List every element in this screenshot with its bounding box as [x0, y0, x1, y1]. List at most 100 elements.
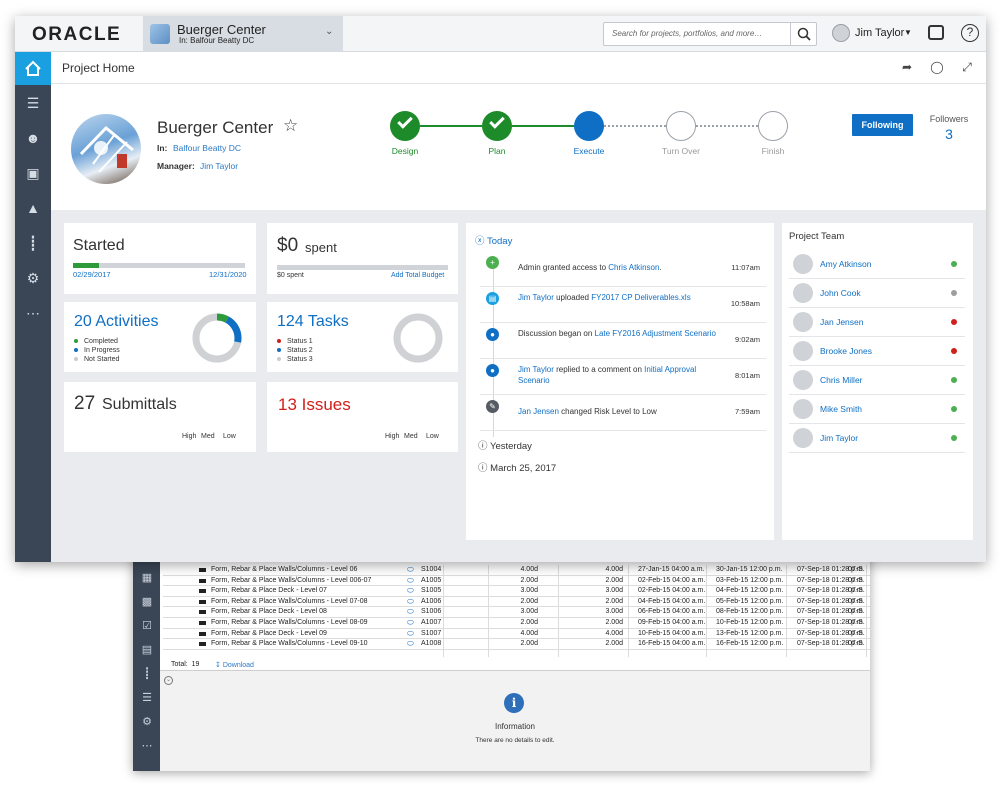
- stage-execute[interactable]: [574, 111, 604, 141]
- home-button[interactable]: [15, 52, 51, 85]
- team-member[interactable]: Amy Atkinson: [789, 250, 965, 279]
- table-row[interactable]: Form, Rebar & Place Deck - Level 09 ⬭ S100…: [163, 629, 870, 640]
- team-member[interactable]: Brooke Jones: [789, 337, 965, 366]
- feed-item-time: 7:59am: [734, 407, 760, 416]
- expand-icon[interactable]: ⤢: [959, 59, 975, 75]
- user-avatar[interactable]: [832, 24, 850, 42]
- search-button[interactable]: [790, 23, 816, 45]
- user-menu-name[interactable]: Jim Taylor: [855, 27, 904, 39]
- inbox-icon[interactable]: [928, 25, 944, 40]
- crane-icon[interactable]: ┋: [15, 232, 51, 254]
- star-icon[interactable]: ☆: [283, 116, 298, 136]
- parent-link[interactable]: Balfour Beatty DC: [173, 143, 241, 153]
- gear-icon[interactable]: ⚙: [141, 716, 153, 728]
- collapse-icon[interactable]: ⌄: [164, 676, 173, 685]
- comment-icon[interactable]: ⬭: [407, 629, 414, 639]
- hierarchy-icon[interactable]: ▦: [141, 572, 153, 584]
- caret-down-icon[interactable]: ▼: [904, 28, 912, 37]
- tasks-card[interactable]: 124 Tasks Status 1 Status 2 Status 3: [267, 302, 458, 372]
- feed-link[interactable]: Jim Taylor: [518, 293, 554, 302]
- comment-icon[interactable]: ◯: [929, 59, 945, 75]
- cell-remaining: 4.00d: [605, 566, 623, 573]
- followers-count[interactable]: 3: [927, 126, 971, 142]
- legend-item: Status 2: [277, 347, 313, 354]
- table-row[interactable]: Form, Rebar & Place Walls/Columns - Leve…: [163, 597, 870, 608]
- comment-icon[interactable]: ⬭: [407, 597, 414, 607]
- table-row[interactable]: Form, Rebar & Place Walls/Columns - Leve…: [163, 576, 870, 587]
- avatar: [793, 254, 813, 274]
- share-icon[interactable]: ➦: [899, 59, 915, 75]
- dice-icon[interactable]: ▣: [15, 162, 51, 184]
- comment-icon[interactable]: ⬭: [407, 565, 414, 575]
- grid-icon[interactable]: ▩: [141, 596, 153, 608]
- chevron-down-icon[interactable]: ⌄: [325, 26, 333, 37]
- gantt-icon[interactable]: ☰: [15, 92, 51, 114]
- activities-card[interactable]: 20 Activities Completed In Progress Not …: [64, 302, 256, 372]
- more-icon[interactable]: ⋯: [141, 740, 153, 752]
- team-member[interactable]: Mike Smith: [789, 395, 965, 424]
- manager-link[interactable]: Jim Taylor: [200, 161, 238, 171]
- team-member[interactable]: Jim Taylor: [789, 424, 965, 453]
- document-icon[interactable]: ▤: [141, 644, 153, 656]
- member-name[interactable]: Jim Taylor: [820, 433, 858, 443]
- feed-link[interactable]: Late FY2016 Adjustment Scenario: [595, 329, 716, 338]
- team-member[interactable]: Jan Jensen: [789, 308, 965, 337]
- feed-item-time: 9:02am: [734, 335, 760, 344]
- gear-icon[interactable]: ⚙: [15, 267, 51, 289]
- team-member[interactable]: John Cook: [789, 279, 965, 308]
- col-divider: [786, 565, 787, 657]
- project-title: Buerger Center: [157, 118, 274, 137]
- started-card[interactable]: Started 02/29/2017 12/31/2020: [64, 223, 256, 294]
- following-button[interactable]: Following: [852, 114, 913, 136]
- member-name[interactable]: John Cook: [820, 288, 861, 298]
- submittals-card[interactable]: 27 Submittals High Med Low: [64, 382, 256, 452]
- stage-plan[interactable]: [482, 111, 512, 141]
- bank-icon[interactable]: ▲: [15, 197, 51, 219]
- help-icon[interactable]: ?: [961, 24, 979, 42]
- spent-card[interactable]: $0 spent $0 spent Add Total Budget: [267, 223, 458, 294]
- info-icon: i: [504, 693, 524, 713]
- member-name[interactable]: Chris Miller: [820, 375, 863, 385]
- team-member[interactable]: Chris Miller: [789, 366, 965, 395]
- download-link[interactable]: ↧ Download: [215, 661, 254, 669]
- member-name[interactable]: Brooke Jones: [820, 346, 872, 356]
- feed-link[interactable]: Jan Jensen: [518, 407, 559, 416]
- comment-icon[interactable]: ⬭: [407, 607, 414, 617]
- avatar: [793, 283, 813, 303]
- checklist-icon[interactable]: ☑: [141, 620, 153, 632]
- feed-link[interactable]: Chris Atkinson: [608, 263, 659, 272]
- table-row[interactable]: Form, Rebar & Place Deck - Level 07 ⬭ S100…: [163, 586, 870, 597]
- member-name[interactable]: Jan Jensen: [820, 317, 863, 327]
- issues-card[interactable]: 13 Issues High Med Low: [267, 382, 458, 452]
- table-row[interactable]: Form, Rebar & Place Walls/Columns - Leve…: [163, 639, 870, 650]
- table-row[interactable]: Form, Rebar & Place Walls/Columns - Leve…: [163, 565, 870, 576]
- search-input[interactable]: Search for projects, portfolios, and mor…: [612, 29, 762, 38]
- member-name[interactable]: Amy Atkinson: [820, 259, 872, 269]
- feed-link[interactable]: FY2017 CP Deliverables.xls: [591, 293, 690, 302]
- table-row[interactable]: Form, Rebar & Place Deck - Level 08 ⬭ S100…: [163, 607, 870, 618]
- crane-icon[interactable]: ┋: [141, 668, 153, 680]
- add-budget-link[interactable]: Add Total Budget: [391, 272, 444, 279]
- feed-link[interactable]: Jim Taylor: [518, 365, 554, 374]
- list-icon[interactable]: ☰: [141, 692, 153, 704]
- comment-icon[interactable]: ⬭: [407, 586, 414, 596]
- comment-icon[interactable]: ⬭: [407, 618, 414, 628]
- search-box[interactable]: Search for projects, portfolios, and mor…: [603, 22, 817, 46]
- feed-older-toggle[interactable]: ⓘ March 25, 2017: [478, 460, 556, 474]
- feed-today-toggle[interactable]: ⓧ Today: [475, 233, 512, 247]
- people-icon[interactable]: ☻: [15, 127, 51, 149]
- stage-turn-over[interactable]: [666, 111, 696, 141]
- cell-remaining: 2.00d: [605, 576, 623, 584]
- feed-yesterday-toggle[interactable]: ⓘ Yesterday: [478, 438, 532, 452]
- stage-finish[interactable]: [758, 111, 788, 141]
- oracle-logo[interactable]: ORACLE: [32, 24, 121, 46]
- more-icon[interactable]: ⋯: [15, 302, 51, 324]
- comment-icon[interactable]: ⬭: [407, 576, 414, 586]
- member-name[interactable]: Mike Smith: [820, 404, 862, 414]
- stage-design[interactable]: [390, 111, 420, 141]
- table-row[interactable]: Form, Rebar & Place Walls/Columns - Leve…: [163, 618, 870, 629]
- comment-icon[interactable]: ⬭: [407, 639, 414, 649]
- cell-activity-name: Form, Rebar & Place Walls/Columns - Leve…: [211, 597, 368, 605]
- issues-title: 13 Issues: [278, 395, 351, 414]
- avatar: [793, 370, 813, 390]
